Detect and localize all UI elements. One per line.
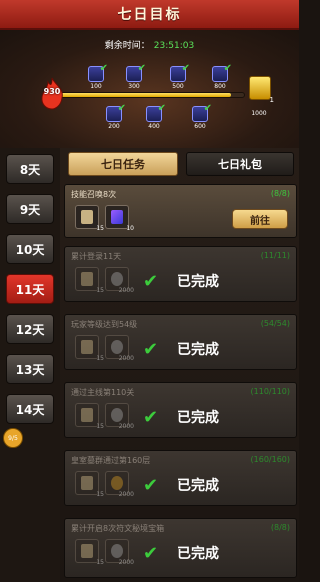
task-name: 累计开启8次符文秘境宝箱 — [71, 524, 165, 533]
check-icon: ✔ — [143, 543, 159, 564]
reward-slot: 2000 — [105, 539, 134, 566]
milestone-500[interactable]: ✔ 500 — [168, 63, 190, 90]
page-title: 七日目标 — [117, 7, 182, 23]
progress-fill — [56, 93, 231, 97]
task-name: 玩家等级达到54级 — [71, 320, 138, 329]
reward-slot: 15 — [75, 267, 104, 294]
milestone-300[interactable]: ✔ 300 — [124, 63, 146, 90]
task-progress: (11/11) — [260, 251, 290, 260]
reward-slot: 2000 — [105, 267, 134, 294]
task-progress: (8/8) — [270, 523, 290, 532]
scroll-icon — [81, 340, 93, 354]
task-card: 玩家等级达到54级 (54/54) 15 2000 ✔ 已完成 — [64, 314, 297, 370]
check-icon: ✔ — [157, 103, 166, 114]
countdown-timer: 剩余时间： 23:51:03 — [0, 38, 299, 51]
reward-slot: 2000 — [105, 403, 134, 430]
task-name: 通过主线第110关 — [71, 388, 135, 397]
day-tab-12[interactable]: 12天 — [6, 314, 54, 344]
milestone-200[interactable]: ✔ 200 — [104, 103, 126, 130]
current-points: 930 — [43, 87, 61, 96]
completed-label: 已完成 — [177, 274, 219, 290]
task-card: 通过主线第110关 (110/110) 15 2000 ✔ 已完成 — [64, 382, 297, 438]
day-tab-14[interactable]: 14天 — [6, 394, 54, 424]
reward-slot[interactable]: 15 — [75, 205, 104, 232]
check-icon: ✔ — [143, 271, 159, 292]
coin-icon — [111, 272, 123, 286]
check-icon: ✔ — [203, 103, 212, 114]
check-icon: ✔ — [143, 339, 159, 360]
progress-track — [55, 92, 245, 98]
milestone-400[interactable]: ✔ 400 — [144, 103, 166, 130]
scroll-icon — [81, 544, 93, 558]
reward-slot: 15 — [75, 335, 104, 362]
reward-slot[interactable]: 10 — [105, 205, 134, 232]
reward-slot: 15 — [75, 471, 104, 498]
milestone-100[interactable]: ✔ 100 — [86, 63, 108, 90]
completed-label: 已完成 — [177, 546, 219, 562]
check-icon: ✔ — [137, 63, 146, 74]
coin-icon — [111, 340, 123, 354]
task-name: 皇室墓群通过第160层 — [71, 456, 151, 465]
milestone-800[interactable]: ✔ 800 — [210, 63, 232, 90]
coin-icon — [111, 476, 123, 490]
reward-slot: 15 — [75, 539, 104, 566]
coin-icon — [111, 544, 123, 558]
day-tab-11[interactable]: 11天 — [6, 274, 54, 304]
timer-label: 剩余时间： — [104, 41, 150, 51]
check-icon: ✔ — [143, 407, 159, 428]
day-tab-8[interactable]: 8天 — [6, 154, 54, 184]
chest-threshold: 1000 — [251, 110, 267, 117]
treasure-chest-icon[interactable]: 1 — [249, 76, 274, 104]
day-tab-9[interactable]: 9天 — [6, 194, 54, 224]
task-name: 累计登录11天 — [71, 252, 122, 261]
reward-slot: 2000 — [105, 471, 134, 498]
day-sidebar: 8天 9天 10天 11天 12天 13天 14天 — [0, 148, 60, 582]
progress-header: 剩余时间： 23:51:03 930 ✔ 100 ✔ 200 ✔ 300 ✔ 400 ✔ 5… — [0, 30, 299, 148]
day-tab-13[interactable]: 13天 — [6, 354, 54, 384]
tab-seven-day-tasks[interactable]: 七日任务 — [68, 152, 178, 176]
tab-seven-day-gifts[interactable]: 七日礼包 — [186, 152, 294, 176]
scroll-icon — [81, 210, 93, 224]
task-progress: (54/54) — [260, 319, 290, 328]
progress-badge: 9/5 — [3, 428, 23, 448]
go-button[interactable]: 前往 — [232, 209, 288, 229]
task-card: 技能召唤8次 (8/8) 15 10 前往 — [64, 184, 297, 238]
flame-icon: 930 — [36, 76, 68, 110]
check-icon: ✔ — [117, 103, 126, 114]
task-panel: 七日任务 七日礼包 技能召唤8次 (8/8) 15 10 前往 累计登录11天 … — [62, 148, 299, 582]
task-card: 累计开启8次符文秘境宝箱 (8/8) 15 2000 ✔ 已完成 — [64, 518, 297, 578]
day-tab-10[interactable]: 10天 — [6, 234, 54, 264]
completed-label: 已完成 — [177, 410, 219, 426]
coin-icon — [111, 408, 123, 422]
task-progress: (8/8) — [270, 189, 290, 198]
task-card: 皇室墓群通过第160层 (160/160) 15 2000 ✔ 已完成 — [64, 450, 297, 506]
task-name: 技能召唤8次 — [71, 190, 117, 199]
chest-count: 1 — [269, 96, 274, 104]
completed-label: 已完成 — [177, 478, 219, 494]
check-icon: ✔ — [143, 475, 159, 496]
task-progress: (160/160) — [250, 455, 290, 464]
reward-slot: 2000 — [105, 335, 134, 362]
gem-icon — [111, 210, 123, 224]
scroll-icon — [81, 476, 93, 490]
seven-day-goal-screen: 七日目标 剩余时间： 23:51:03 930 ✔ 100 ✔ 200 ✔ 300 ✔ 4… — [0, 0, 299, 582]
scroll-icon — [81, 408, 93, 422]
scroll-icon — [81, 272, 93, 286]
task-progress: (110/110) — [250, 387, 290, 396]
reward-slot: 15 — [75, 403, 104, 430]
check-icon: ✔ — [223, 63, 232, 74]
completed-label: 已完成 — [177, 342, 219, 358]
timer-value: 23:51:03 — [153, 41, 195, 51]
milestone-600[interactable]: ✔ 600 — [190, 103, 212, 130]
task-card: 累计登录11天 (11/11) 15 2000 ✔ 已完成 — [64, 246, 297, 302]
check-icon: ✔ — [99, 63, 108, 74]
title-bar: 七日目标 — [0, 0, 299, 30]
check-icon: ✔ — [181, 63, 190, 74]
